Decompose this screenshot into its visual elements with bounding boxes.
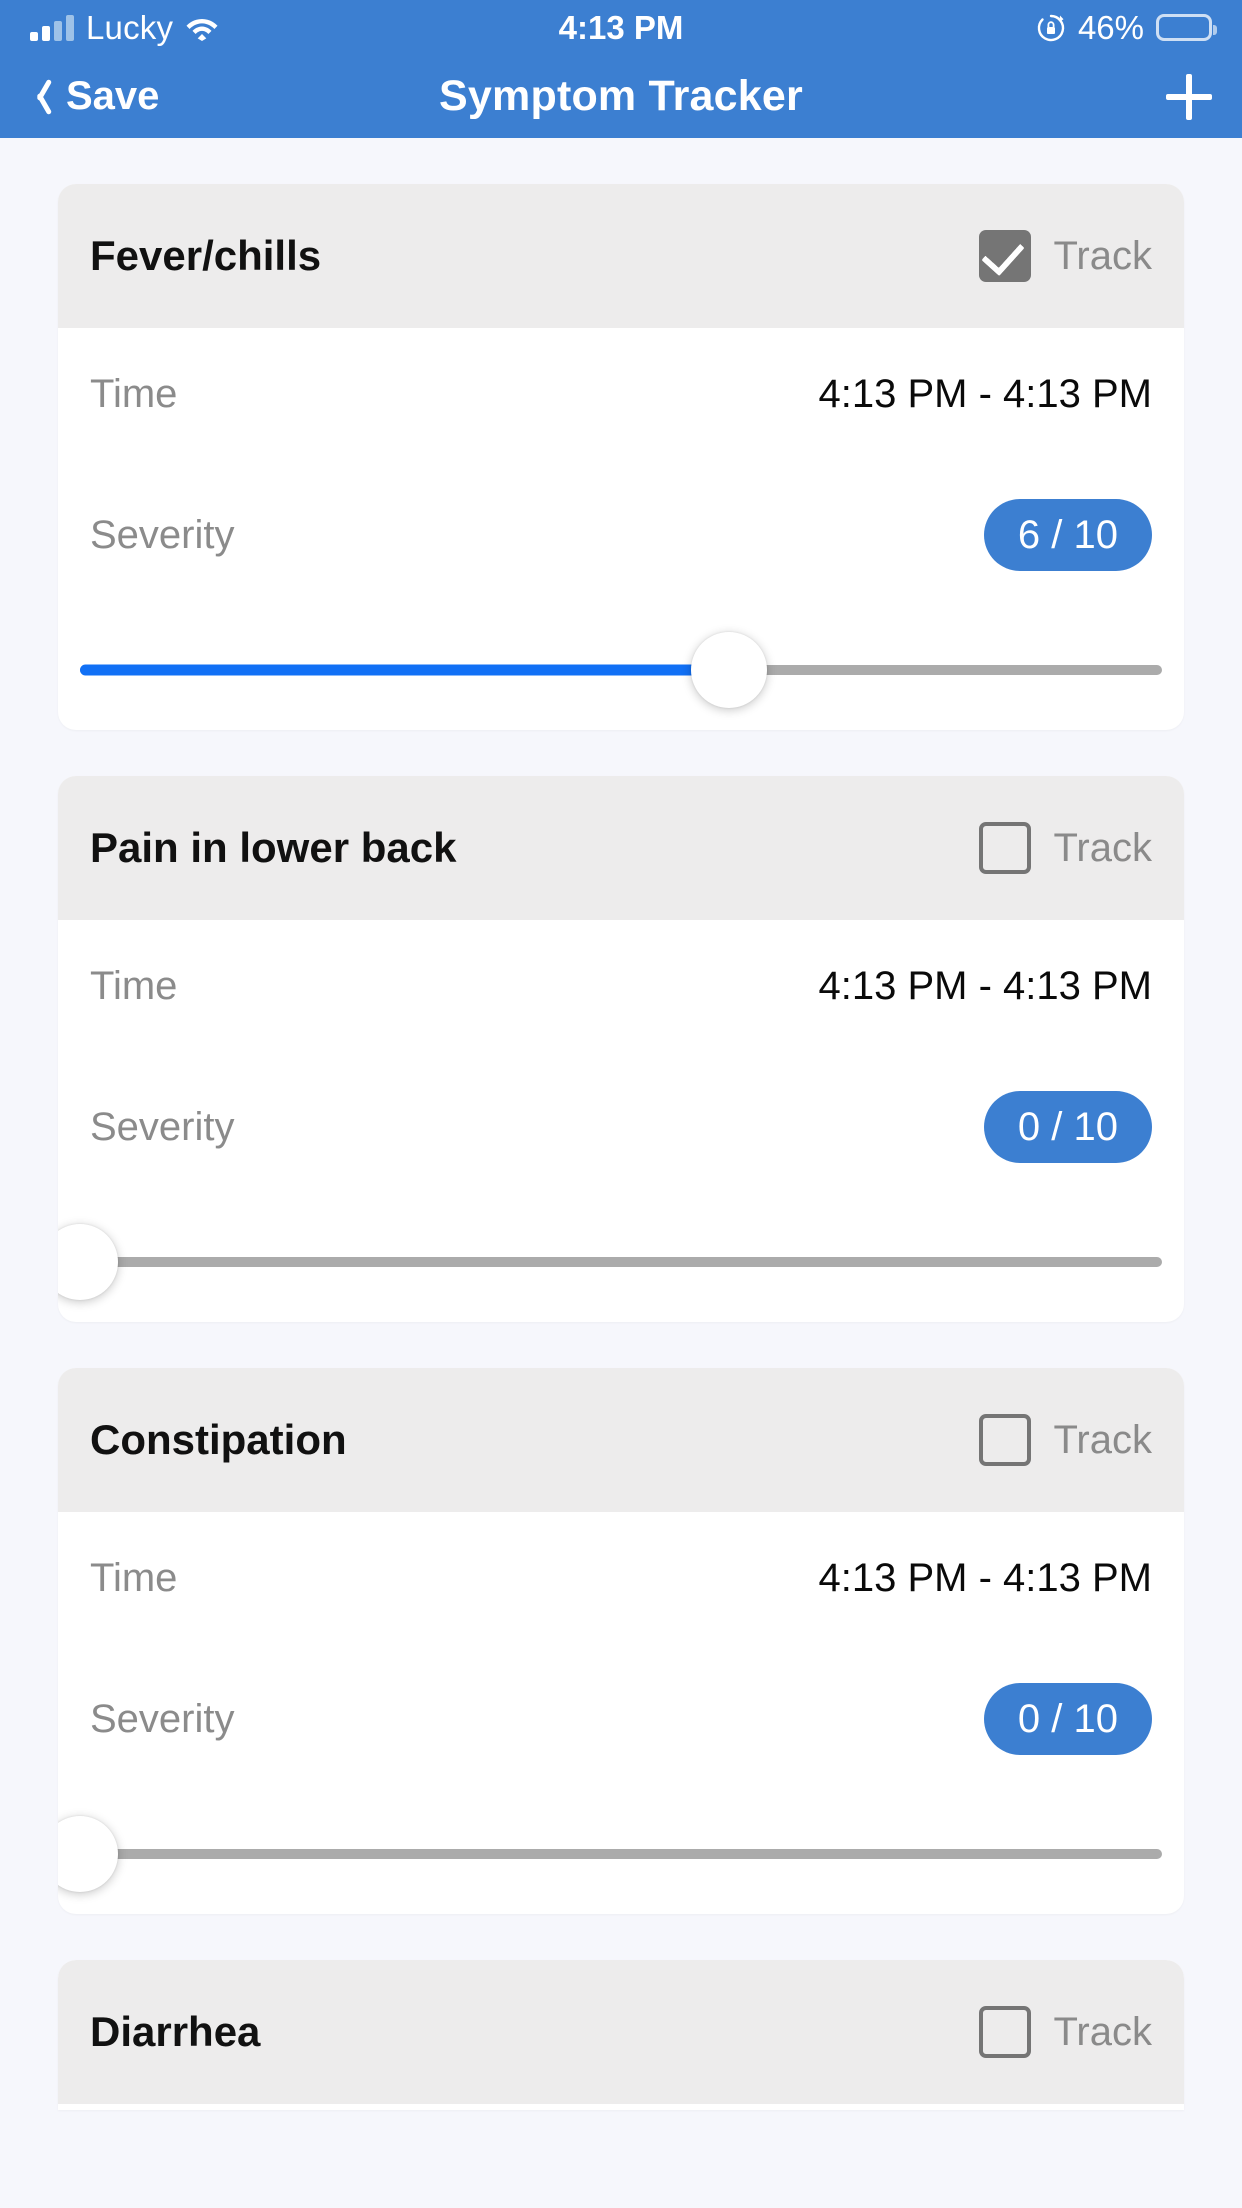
track-toggle[interactable]: Track (979, 1414, 1152, 1466)
symptom-card-header: Fever/chills Track (58, 184, 1184, 328)
symptom-title: Pain in lower back (90, 824, 457, 871)
symptom-card-inner: DiarrheaTrackTime4:13 PM - 4:13 PMSeveri… (58, 1960, 1184, 2110)
track-toggle[interactable]: Track (979, 2006, 1152, 2058)
symptom-card: Pain in lower back Track Time 4:13 PM - 4:1… (58, 776, 1184, 1322)
slider-thumb[interactable] (58, 1816, 118, 1892)
wifi-icon (185, 15, 219, 41)
severity-row: Severity 0 / 10 (58, 1644, 1184, 1794)
time-value: 4:13 PM - 4:13 PM (818, 1555, 1152, 1600)
severity-label: Severity (90, 1696, 235, 1741)
severity-slider[interactable] (80, 610, 1162, 730)
time-row[interactable]: Time 4:13 PM - 4:13 PM (58, 1512, 1184, 1644)
symptom-card-header: Diarrhea Track (58, 1960, 1184, 2104)
slider-fill (80, 664, 730, 676)
carrier-label: Lucky (86, 8, 174, 46)
status-bar: Lucky 4:13 PM 46% (0, 0, 1242, 55)
track-checkbox[interactable] (979, 822, 1032, 874)
rotation-lock-icon (1036, 13, 1066, 43)
cellular-bars-icon (30, 14, 74, 41)
track-label: Track (1053, 2009, 1152, 2054)
symptom-title: Diarrhea (90, 2008, 261, 2055)
battery-percent-label: 46% (1077, 8, 1144, 46)
chevron-left-icon (30, 77, 52, 117)
page-title: Symptom Tracker (439, 72, 803, 120)
symptom-card-header: Constipation Track (58, 1368, 1184, 1512)
time-label: Time (90, 963, 178, 1008)
time-row[interactable]: Time 4:13 PM - 4:13 PM (58, 920, 1184, 1052)
slider-track (80, 1257, 1162, 1267)
track-label: Track (1053, 825, 1152, 870)
add-symptom-button[interactable] (1166, 73, 1212, 120)
track-checkbox[interactable] (979, 230, 1032, 282)
track-checkbox[interactable] (979, 1414, 1032, 1466)
time-label: Time (90, 1555, 178, 1600)
save-back-button[interactable]: Save (30, 74, 159, 119)
symptom-card: DiarrheaTrackTime4:13 PM - 4:13 PMSeveri… (58, 1960, 1184, 2110)
severity-row: Severity 6 / 10 (58, 460, 1184, 610)
navigation-bar: Save Symptom Tracker (0, 55, 1242, 138)
severity-label: Severity (90, 1104, 235, 1149)
save-button-label: Save (66, 74, 160, 118)
battery-icon (1156, 14, 1217, 41)
symptom-card: Fever/chills Track Time 4:13 PM - 4:13 PM Se… (58, 184, 1184, 730)
severity-label: Severity (90, 512, 235, 557)
track-toggle[interactable]: Track (979, 822, 1152, 874)
severity-badge[interactable]: 0 / 10 (983, 1683, 1152, 1755)
slider-track (80, 1849, 1162, 1859)
track-label: Track (1053, 233, 1152, 278)
slider-thumb[interactable] (691, 632, 768, 708)
time-label: Time (90, 371, 178, 416)
track-label: Track (1053, 1417, 1152, 1462)
severity-badge[interactable]: 6 / 10 (983, 499, 1152, 571)
track-checkbox[interactable] (979, 2006, 1032, 2058)
slider-thumb[interactable] (58, 1224, 118, 1300)
severity-slider[interactable] (58, 1794, 1162, 1914)
symptom-card-header: Pain in lower back Track (58, 776, 1184, 920)
track-toggle[interactable]: Track (979, 230, 1152, 282)
symptom-card-inner: Fever/chills Track Time 4:13 PM - 4:13 PM Se… (58, 184, 1184, 730)
symptom-title: Fever/chills (90, 232, 322, 279)
symptom-card-inner: Constipation Track Time 4:13 PM - 4:13 PM Se… (58, 1368, 1184, 1914)
severity-badge[interactable]: 0 / 10 (983, 1091, 1152, 1163)
symptom-card-inner: Pain in lower back Track Time 4:13 PM - 4:1… (58, 776, 1184, 1322)
status-bar-right: 46% (1036, 8, 1217, 47)
severity-slider[interactable] (58, 1202, 1162, 1322)
severity-row: Severity 0 / 10 (58, 1052, 1184, 1202)
time-row[interactable]: Time 4:13 PM - 4:13 PM (58, 328, 1184, 460)
time-value: 4:13 PM - 4:13 PM (818, 371, 1152, 416)
symptom-list[interactable]: Fever/chills Track Time 4:13 PM - 4:13 PM Se… (0, 138, 1242, 2110)
status-bar-left: Lucky (30, 9, 219, 47)
time-row[interactable]: Time4:13 PM - 4:13 PM (58, 2104, 1184, 2110)
symptom-card: Constipation Track Time 4:13 PM - 4:13 PM Se… (58, 1368, 1184, 1914)
time-value: 4:13 PM - 4:13 PM (818, 963, 1152, 1008)
symptom-title: Constipation (90, 1416, 347, 1463)
